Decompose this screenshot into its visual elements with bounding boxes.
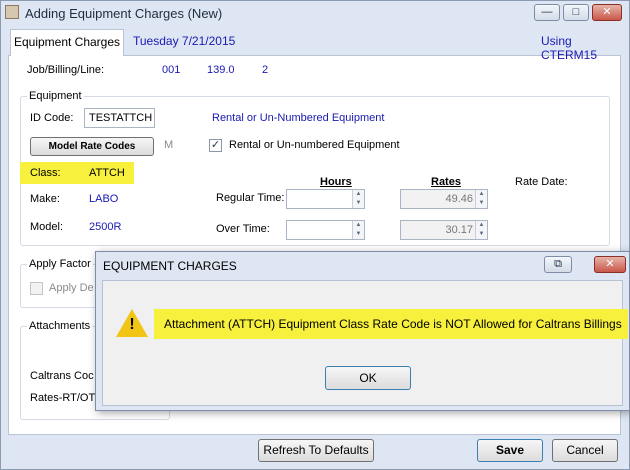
job-number: 001: [162, 64, 181, 76]
warning-icon: !: [116, 309, 148, 337]
rates-header: Rates: [431, 176, 461, 188]
dialog-message: Attachment (ATTCH) Equipment Class Rate …: [164, 317, 622, 331]
billing-number: 139.0: [207, 64, 235, 76]
save-button[interactable]: Save: [477, 439, 543, 462]
attachments-title: Attachments: [27, 320, 93, 332]
over-time-label: Over Time:: [216, 223, 270, 235]
ok-button[interactable]: OK: [325, 366, 411, 390]
over-rate-field: 30.17 ▲ ▼: [400, 220, 488, 240]
id-code-label: ID Code:: [30, 112, 74, 124]
class-label: Class:: [30, 167, 61, 179]
line-number: 2: [262, 64, 269, 76]
regular-hours-input[interactable]: ▲ ▼: [286, 189, 365, 209]
model-value: 2500R: [89, 221, 122, 233]
cancel-button[interactable]: Cancel: [552, 439, 618, 462]
model-label: Model:: [30, 221, 64, 233]
over-rate-value: 30.17: [445, 224, 473, 236]
spin-up-icon: ▲: [355, 191, 362, 197]
id-code-input[interactable]: TESTATTCH: [84, 108, 155, 128]
m-indicator: M: [164, 139, 174, 151]
close-icon: ✕: [605, 258, 615, 270]
rate-date-label: Rate Date:: [515, 176, 568, 188]
spin-up-icon: ▲: [478, 191, 485, 197]
rental-equipment-text: Rental or Un-Numbered Equipment: [212, 112, 385, 124]
spin-up-icon: ▲: [355, 222, 362, 228]
job-billing-line-label: Job/Billing/Line:: [27, 64, 105, 76]
hours-header: Hours: [320, 176, 352, 188]
regular-rate-field: 49.46 ▲ ▼: [400, 189, 488, 209]
regular-rate-spinner[interactable]: ▲ ▼: [475, 190, 487, 208]
make-label: Make:: [30, 193, 60, 205]
spin-down-icon: ▼: [355, 200, 362, 206]
maximize-button[interactable]: □: [563, 4, 589, 21]
header-date: Tuesday 7/21/2015: [133, 34, 236, 48]
app-icon: [5, 5, 19, 19]
regular-time-label: Regular Time:: [216, 192, 285, 204]
apply-factor-title: Apply Factor: [27, 258, 93, 270]
equipment-charges-dialog: EQUIPMENT CHARGES ⧉ ✕ ! Attachment (ATTC…: [95, 251, 630, 411]
model-rate-codes-button[interactable]: Model Rate Codes: [30, 137, 154, 156]
warning-exclamation: !: [129, 316, 135, 333]
dialog-close-button[interactable]: ✕: [594, 256, 626, 273]
rental-checkbox-label: Rental or Un-numbered Equipment: [229, 139, 400, 151]
rates-rt-ot-label: Rates-RT/OT:: [30, 392, 98, 404]
close-button[interactable]: ✕: [592, 4, 622, 21]
class-value: ATTCH: [89, 167, 125, 179]
over-hours-input[interactable]: ▲ ▼: [286, 220, 365, 240]
spin-down-icon: ▼: [355, 231, 362, 237]
spin-down-icon: ▼: [478, 231, 485, 237]
apply-checkbox-label: Apply De: [49, 282, 94, 294]
caltrans-code-label: Caltrans Coc: [30, 370, 94, 382]
window-title: Adding Equipment Charges (New): [25, 6, 223, 21]
dialog-restore-button[interactable]: ⧉: [544, 256, 572, 273]
over-rate-spinner[interactable]: ▲ ▼: [475, 221, 487, 239]
regular-rate-value: 49.46: [445, 193, 473, 205]
make-value: LABO: [89, 193, 119, 205]
spin-down-icon: ▼: [478, 200, 485, 206]
refresh-to-defaults-button[interactable]: Refresh To Defaults: [258, 439, 374, 462]
regular-hours-spinner[interactable]: ▲ ▼: [352, 190, 364, 208]
header-using: Using CTERM15: [541, 34, 598, 62]
minimize-button[interactable]: —: [534, 4, 560, 21]
title-bar: Adding Equipment Charges (New) — □ ✕: [0, 0, 628, 28]
over-hours-spinner[interactable]: ▲ ▼: [352, 221, 364, 239]
spin-up-icon: ▲: [478, 222, 485, 228]
checkmark-icon: ✓: [210, 139, 221, 151]
restore-icon: ⧉: [554, 258, 562, 270]
apply-checkbox[interactable]: [30, 282, 43, 295]
rental-checkbox[interactable]: ✓: [209, 139, 222, 152]
equipment-group-title: Equipment: [27, 90, 84, 102]
tab-equipment-charges[interactable]: Equipment Charges: [10, 29, 124, 56]
dialog-title: EQUIPMENT CHARGES: [103, 259, 237, 273]
